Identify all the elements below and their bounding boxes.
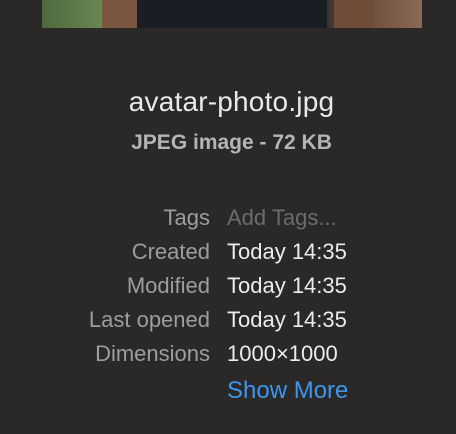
show-more-link[interactable]: Show More	[227, 377, 348, 405]
created-label: Created	[131, 239, 210, 264]
preview-detail	[334, 0, 374, 28]
info-row-last-opened: Last opened Today 14:35	[0, 307, 456, 337]
last-opened-value: Today 14:35	[227, 307, 347, 332]
file-name: avatar-photo.jpg	[128, 86, 335, 117]
image-preview	[42, 0, 422, 28]
dimensions-value: 1000×1000	[227, 341, 338, 366]
add-tags-field[interactable]: Add Tags...	[227, 205, 337, 231]
last-opened-label: Last opened	[88, 307, 210, 332]
preview-detail	[102, 0, 138, 28]
file-kind-size: JPEG image - 72 KB	[131, 131, 332, 154]
modified-value: Today 14:35	[227, 273, 347, 298]
info-row-created: Created Today 14:35	[0, 239, 456, 269]
created-value: Today 14:35	[227, 239, 347, 264]
dimensions-label: Dimensions	[95, 341, 210, 366]
tags-label: Tags	[163, 205, 210, 230]
info-row-dimensions: Dimensions 1000×1000	[0, 341, 456, 371]
modified-label: Modified	[126, 273, 210, 298]
info-row-modified: Modified Today 14:35	[0, 273, 456, 303]
preview-detail	[137, 0, 327, 28]
info-row-tags: Tags Add Tags...	[0, 205, 456, 235]
